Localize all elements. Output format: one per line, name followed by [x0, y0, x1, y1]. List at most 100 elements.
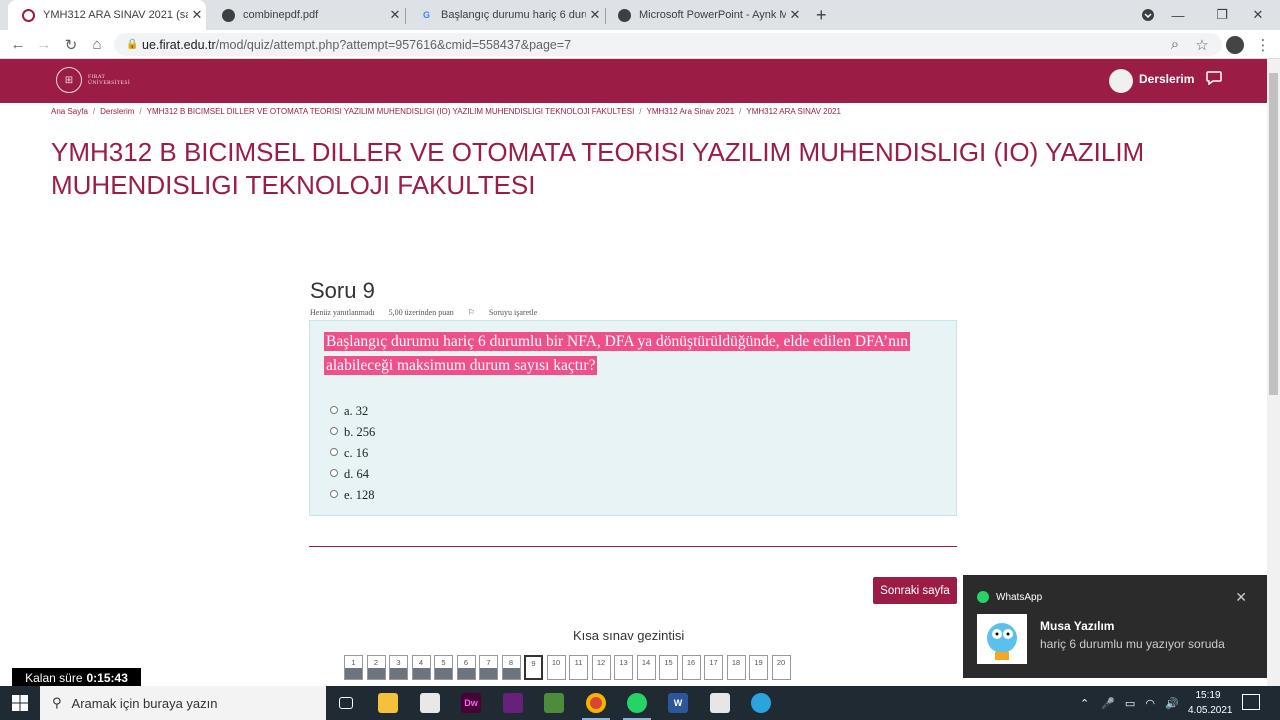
quiz-nav-button[interactable]: 8 — [501, 655, 521, 680]
back-arrow-icon[interactable]: ← — [5, 30, 31, 59]
close-tab-icon[interactable]: ✕ — [586, 7, 604, 23]
quiz-nav-button[interactable]: 3 — [389, 655, 408, 680]
quiz-nav-button[interactable]: 6 — [456, 655, 476, 680]
microphone-icon[interactable]: 🎤 — [1101, 697, 1115, 710]
volume-icon[interactable]: 🔊 — [1165, 697, 1179, 710]
message-bubble-icon[interactable] — [1206, 71, 1222, 85]
close-window-button[interactable]: ✕ — [1236, 0, 1280, 30]
globe-icon — [222, 8, 235, 22]
quiz-nav-button[interactable]: 11 — [569, 655, 588, 680]
breadcrumb-my-courses[interactable]: Derslerim — [100, 107, 134, 116]
task-view-icon[interactable] — [326, 686, 366, 720]
answer-option-d[interactable]: d. 64 — [330, 467, 369, 482]
zoom-icon[interactable]: ⌕ — [1162, 30, 1188, 59]
university-logo[interactable]: ⊞ FIRAT ÜNİVERSİTESİ — [56, 67, 130, 93]
quiz-nav-button[interactable]: 10 — [546, 655, 566, 680]
close-tab-icon[interactable]: ✕ — [188, 7, 206, 23]
address-bar[interactable]: 🔒 ue.firat.edu.tr/mod/quiz/attempt.php?a… — [114, 33, 1222, 56]
breadcrumb-home[interactable]: Ana Sayfa — [51, 107, 88, 116]
contact-avatar — [977, 614, 1027, 664]
radio-button[interactable] — [330, 489, 338, 498]
quiz-nav-button[interactable]: 1 — [344, 655, 363, 680]
answer-option-a[interactable]: a. 32 — [330, 404, 368, 419]
quiz-nav-button[interactable]: 18 — [726, 655, 746, 680]
windows-start-icon[interactable] — [0, 686, 40, 720]
globe-icon — [618, 8, 631, 22]
quiz-navigation-title: Kısa sınav gezintisi — [573, 628, 685, 643]
bookmark-star-icon[interactable]: ☆ — [1189, 30, 1215, 59]
reload-icon[interactable]: ↻ — [58, 30, 84, 59]
forward-arrow-icon[interactable]: → — [31, 30, 57, 59]
minimize-button[interactable]: — — [1156, 0, 1200, 30]
quiz-nav-button[interactable]: 2 — [366, 655, 386, 680]
file-explorer-icon[interactable] — [368, 686, 408, 720]
next-page-button[interactable]: Sonraki sayfa — [873, 577, 957, 604]
browser-tab-quiz[interactable]: YMH312 ARA SINAV 2021 (sayfa ✕ — [8, 0, 206, 30]
my-courses-link[interactable]: Derslerim — [1139, 72, 1194, 86]
timer-label: Kalan süre — [25, 670, 83, 685]
radio-button[interactable] — [330, 447, 338, 456]
answer-option-c[interactable]: c. 16 — [330, 446, 368, 461]
chevron-up-icon[interactable]: ⌃ — [1080, 697, 1089, 710]
system-tray: ⌃ 🎤 ▭ ◠ 🔊 — [1080, 686, 1179, 720]
telegram-icon[interactable] — [741, 686, 781, 720]
timer: Kalan süre 0:15:43 — [12, 668, 141, 687]
quiz-nav-button[interactable]: 5 — [434, 655, 453, 680]
close-tab-icon[interactable]: ✕ — [786, 7, 804, 23]
browser-tab-google[interactable]: G Başlangıç durumu hariç 6 durumlu ✕ — [406, 0, 604, 30]
quiz-nav-button[interactable]: 7 — [479, 655, 498, 680]
answer-option-e[interactable]: e. 128 — [330, 488, 375, 503]
profile-avatar-icon[interactable] — [1222, 30, 1248, 59]
visual-studio-icon[interactable] — [493, 686, 533, 720]
page-title: YMH312 B BICIMSEL DILLER VE OTOMATA TEOR… — [51, 137, 1145, 200]
app-icon[interactable] — [534, 686, 574, 720]
close-notification-icon[interactable]: ✕ — [1235, 589, 1247, 606]
scrollbar-thumb[interactable] — [1269, 73, 1278, 395]
chrome-icon[interactable] — [576, 686, 616, 720]
radio-button[interactable] — [330, 426, 338, 435]
browser-tab-pdf[interactable]: combinepdf.pdf ✕ — [208, 0, 404, 30]
breadcrumb-section[interactable]: YMH312 Ara Sinav 2021 — [647, 107, 735, 116]
taskbar-search-input[interactable]: ⚲ Aramak için buraya yazın — [40, 686, 326, 720]
quiz-nav-button[interactable]: 9 — [524, 655, 543, 680]
page-scrollbar[interactable] — [1267, 59, 1280, 686]
radio-button[interactable] — [330, 405, 338, 414]
radio-button[interactable] — [330, 468, 338, 477]
quiz-nav-button[interactable]: 20 — [771, 655, 791, 680]
browser-menu-icon[interactable]: ⋮ — [1250, 30, 1276, 59]
question-title: Soru 9 — [310, 278, 375, 303]
screen-recorder-icon[interactable] — [700, 686, 740, 720]
battery-icon[interactable]: ▭ — [1125, 697, 1135, 710]
quiz-nav-button[interactable]: 19 — [749, 655, 768, 680]
quiz-nav-button[interactable]: 16 — [681, 655, 701, 680]
home-icon[interactable]: ⌂ — [84, 30, 110, 59]
quiz-nav-button[interactable]: 15 — [659, 655, 678, 680]
wifi-icon[interactable]: ◠ — [1145, 697, 1155, 710]
close-tab-icon[interactable]: ✕ — [386, 7, 404, 23]
quiz-nav-button[interactable]: 13 — [614, 655, 633, 680]
whatsapp-notification[interactable]: WhatsApp ✕ Musa Yazılım hariç 6 durumlu … — [963, 575, 1267, 678]
user-avatar[interactable] — [1109, 69, 1133, 93]
quiz-nav-button[interactable]: 12 — [591, 655, 611, 680]
browser-tab-powerpoint[interactable]: Microsoft PowerPoint - Aynk Mat ✕ — [604, 0, 804, 30]
divider — [309, 546, 957, 547]
quiz-nav-button[interactable]: 14 — [636, 655, 656, 680]
notification-message: hariç 6 durumlu mu yazıyor soruda — [1040, 637, 1225, 651]
question-text: Başlangıç durumu hariç 6 durumlu bir NFA… — [324, 332, 911, 375]
quiz-nav-button[interactable]: 4 — [411, 655, 431, 680]
quiz-nav-button[interactable]: 17 — [704, 655, 723, 680]
breadcrumb-quiz[interactable]: YMH312 ARA SINAV 2021 — [746, 107, 841, 116]
question-box: Başlangıç durumu hariç 6 durumlu bir NFA… — [309, 320, 957, 516]
new-tab-button[interactable]: + — [808, 0, 838, 30]
notification-center-icon[interactable] — [1242, 694, 1260, 710]
whatsapp-taskbar-icon[interactable] — [617, 686, 657, 720]
notification-sender: Musa Yazılım — [1040, 619, 1115, 633]
pdf-editor-icon[interactable] — [410, 686, 450, 720]
breadcrumb-course[interactable]: YMH312 B BICIMSEL DILLER VE OTOMATA TEOR… — [147, 107, 635, 116]
taskbar-clock[interactable]: 15:19 4.05.2021 — [1188, 688, 1233, 718]
flag-question-link[interactable]: ⚐ Soruyu işaretle — [468, 308, 549, 317]
answer-option-b[interactable]: b. 256 — [330, 425, 375, 440]
word-icon[interactable]: W — [658, 686, 698, 720]
dreamweaver-icon[interactable]: Dw — [451, 686, 491, 720]
question-meta: Henüz yanıtlanmadı 5,00 üzerinden puan ⚐… — [310, 308, 561, 317]
